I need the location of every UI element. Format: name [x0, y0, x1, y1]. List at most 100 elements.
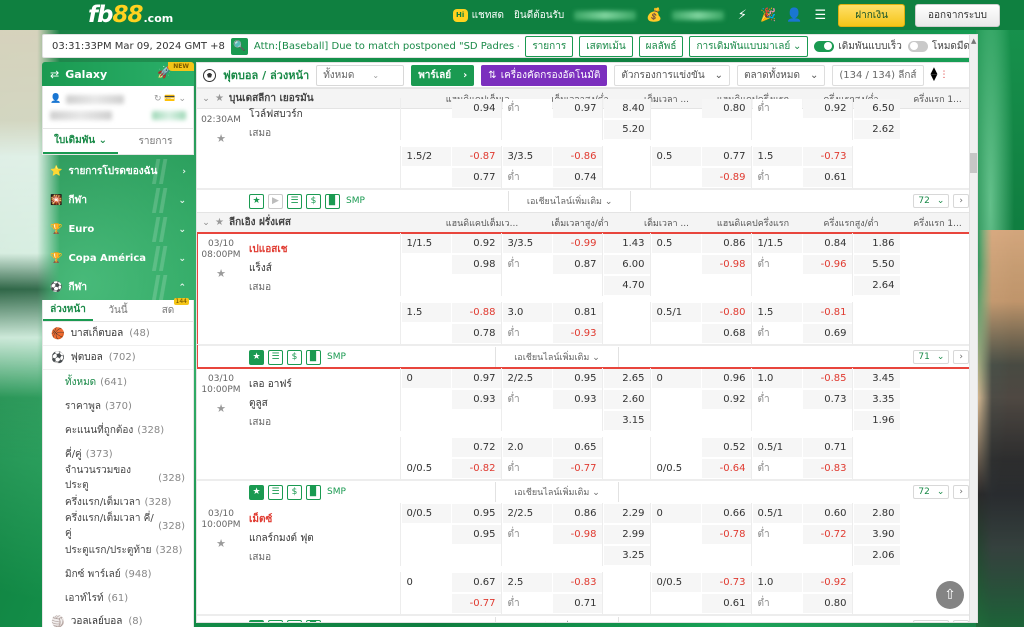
menu-list-icon[interactable]: ☰ [812, 7, 828, 23]
odds-handicap[interactable]: 0.5/1 [651, 303, 701, 322]
sidebar-market-first-last-goal[interactable]: ประตูแรก/ประตูท้าย (328) [43, 538, 193, 562]
odds-line[interactable]: 1/1.5 [752, 234, 802, 253]
odds-label[interactable]: ต่ำ [752, 390, 802, 409]
odds-label[interactable]: ต่ำ [752, 324, 802, 343]
star-icon[interactable]: ★ [249, 349, 264, 365]
sort-icon[interactable]: ▲ ▼ ⋮ [931, 67, 949, 83]
odds-line[interactable]: 2.0 [502, 438, 552, 457]
odds-value[interactable]: 0.61 [701, 594, 751, 613]
odds-label[interactable]: ต่ำ [502, 525, 552, 544]
odds-1x2[interactable]: 3.15 [603, 411, 650, 430]
odds-1x2[interactable]: 2.80 [853, 504, 900, 523]
site-logo[interactable]: fb 88 .com [88, 2, 173, 28]
table-row[interactable]: 03/10 10:00PM ★ เลอ อาฟร์ ตูลูส เสมอ 0 0.… [197, 368, 975, 480]
page-select[interactable]: 71 ⌄ [913, 350, 950, 364]
team-home[interactable]: เปแอสเช [249, 240, 400, 259]
star-icon[interactable]: ★ [249, 484, 264, 500]
play-icon[interactable]: ▶ [268, 193, 283, 209]
odds-value[interactable]: 0.92 [802, 99, 852, 118]
parlay-button[interactable]: พาร์เลย์ › [411, 64, 475, 86]
odds-value[interactable]: 0.97 [552, 99, 602, 118]
sidebar-sport-volleyball[interactable]: 🏐 วอลเลย์บอล (8) [43, 610, 193, 627]
smp-label[interactable]: SMP [325, 622, 346, 623]
odds-value[interactable]: -0.99 [552, 234, 602, 253]
odds-value[interactable]: 0.98 [451, 255, 501, 274]
odds-value[interactable]: -0.87 [451, 147, 501, 166]
odds-value[interactable]: 0.80 [802, 594, 852, 613]
odds-value[interactable]: 0.77 [451, 168, 501, 187]
account-icons[interactable]: ↻ 💳 ⌄ [154, 94, 186, 104]
sidebar-market-mix-parlay[interactable]: มิกซ์ พาร์เลย์ (948) [43, 562, 193, 586]
odds-1x2[interactable]: 3.90 [853, 525, 900, 544]
sidebar-item-sports[interactable]: ⚽ กีฬา ⌃ [42, 275, 194, 300]
odds-value[interactable]: 0.95 [552, 369, 602, 388]
star-icon[interactable]: ★ [249, 619, 264, 622]
odds-1x2[interactable]: 2.64 [853, 276, 900, 295]
deposit-button[interactable]: ฝากเงิน [838, 3, 905, 27]
odds-handicap[interactable] [652, 168, 701, 187]
odds-label[interactable]: ต่ำ [752, 99, 802, 118]
odds-handicap[interactable]: 0 [402, 573, 451, 592]
odds-value[interactable]: 0.95 [451, 525, 501, 544]
odds-1x2[interactable]: 3.35 [853, 390, 900, 409]
odds-value[interactable]: 0.73 [802, 390, 852, 409]
odds-value[interactable]: -0.83 [552, 573, 602, 592]
sidebar-market-pools[interactable]: ราคาพูล (370) [43, 394, 193, 418]
sidebar-sport-basketball[interactable]: 🏀 บาสเก็ตบอล (48) [43, 322, 193, 346]
odds-line[interactable]: 1.0 [752, 573, 802, 592]
quick-bet-toggle[interactable]: เดิมพันแบบเร็ว [814, 39, 902, 54]
odds-handicap[interactable]: 0.5 [651, 234, 701, 253]
statement-button[interactable]: เสตทเม้น [579, 35, 633, 57]
page-select[interactable]: 72 ⌄ [913, 620, 950, 622]
odds-value[interactable]: -0.81 [802, 303, 852, 322]
odds-value[interactable]: -0.86 [552, 147, 602, 166]
logout-button[interactable]: ออกจากระบบ [914, 3, 1000, 27]
odds-1x2[interactable]: 6.50 [853, 99, 900, 118]
odds-label[interactable]: ต่ำ [502, 459, 552, 478]
odds-value[interactable]: -0.96 [802, 255, 852, 274]
team-home[interactable]: เม็ตซ์ [249, 510, 400, 529]
team-away[interactable]: แกลร์กมงต์ ฟุต [249, 529, 400, 548]
odds-handicap[interactable] [402, 99, 451, 118]
page-select[interactable]: 72 ⌄ [913, 485, 950, 499]
odds-value[interactable]: 0.74 [552, 168, 602, 187]
dark-mode-toggle[interactable]: โหมดมืด [907, 39, 970, 54]
odds-1x2[interactable]: 3.25 [603, 546, 650, 565]
more-asian-lines-button[interactable]: เอเชียนไลน์เพิ่มเติม ⌄ [507, 191, 632, 211]
odds-line[interactable]: 1.5 [752, 303, 802, 322]
scroll-up-icon[interactable]: ▲ [971, 37, 976, 45]
odds-handicap[interactable]: 0 [651, 369, 701, 388]
market-filter-select[interactable]: ตลาดทั้งหมด ⌄ [737, 64, 826, 86]
league-header[interactable]: ⌄ ★ ลีกเอิง ฝรั่งเศส แฮนดิแคปเต็มเว... เ… [197, 212, 975, 233]
odds-value[interactable]: -0.85 [802, 369, 852, 388]
odds-label[interactable]: ต่ำ [502, 168, 552, 187]
more-asian-lines-button[interactable]: เอเชียนไลน์เพิ่มเติม ⌄ [495, 347, 619, 367]
odds-value[interactable]: 0.71 [552, 594, 602, 613]
star-icon[interactable]: ★ [215, 217, 224, 228]
star-icon[interactable]: ★ [197, 132, 245, 145]
sidebar-item-sports-promo[interactable]: 🎇 กีฬา ⌄ [42, 188, 194, 213]
live-chat-button[interactable]: Hi แชทสด [452, 8, 504, 23]
odds-value[interactable]: 0.52 [701, 438, 751, 457]
odds-value[interactable]: 0.71 [802, 438, 852, 457]
odds-value[interactable]: -0.92 [802, 573, 852, 592]
odds-label[interactable]: ต่ำ [502, 99, 552, 118]
odds-line[interactable]: 0.5/1 [752, 438, 802, 457]
next-page-button[interactable]: › [953, 194, 969, 208]
search-icon[interactable]: 🔍 [230, 37, 248, 55]
odds-value[interactable]: 0.93 [552, 390, 602, 409]
odds-value[interactable]: -0.72 [802, 525, 852, 544]
odds-line[interactable]: 3.0 [502, 303, 552, 322]
odds-value[interactable]: 0.97 [451, 369, 501, 388]
smp-label[interactable]: SMP [325, 352, 346, 362]
odds-label[interactable]: ต่ำ [502, 390, 552, 409]
dollar-icon[interactable]: $ [287, 619, 302, 622]
odds-line[interactable]: 2/2.5 [502, 369, 552, 388]
tab-live[interactable]: สด 144 [143, 298, 193, 321]
chevron-down-icon[interactable]: ⌄ [197, 218, 215, 228]
smp-label[interactable]: SMP [344, 196, 365, 206]
odds-value[interactable]: -0.82 [451, 459, 501, 478]
next-page-button[interactable]: › [953, 485, 969, 499]
team-home[interactable]: เลอ อาฟร์ [249, 375, 400, 394]
user-icon[interactable]: 👤 [786, 7, 802, 23]
